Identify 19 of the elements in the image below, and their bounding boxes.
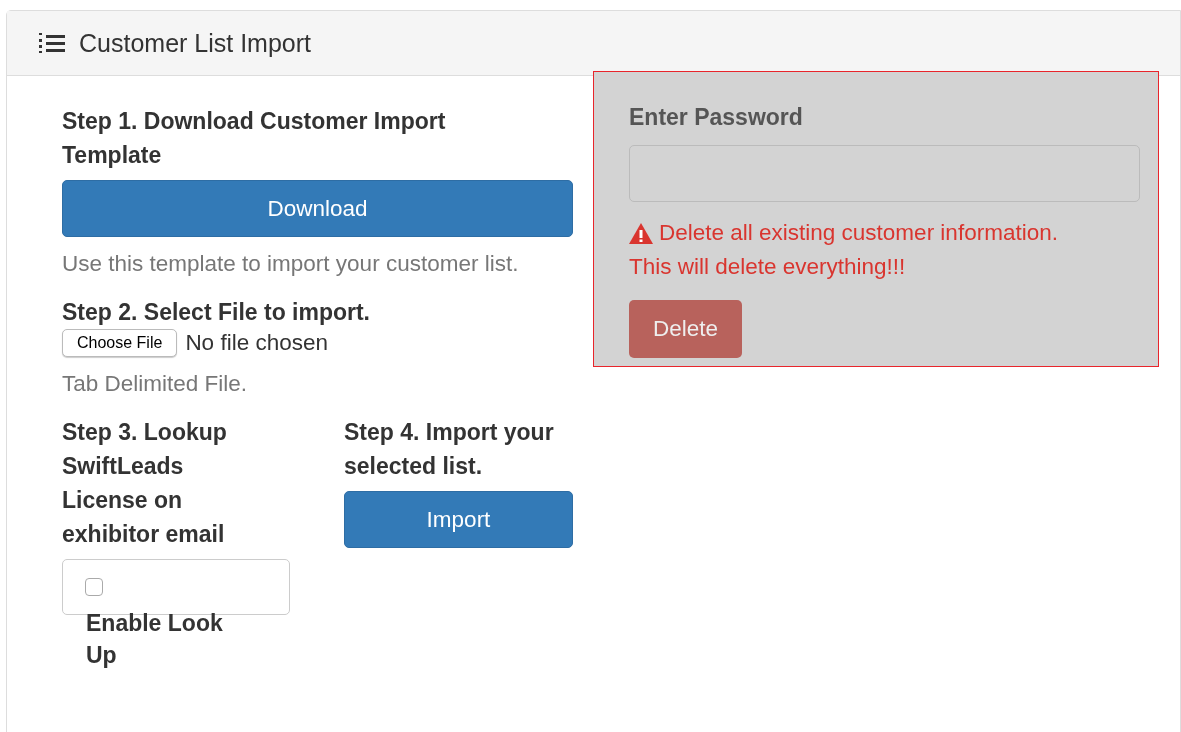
step-heading: Step 1. Download Customer Import Template — [62, 107, 447, 170]
file-status: No file chosen — [185, 330, 328, 356]
help-text: Use this template to import your customer list. — [62, 250, 520, 278]
password-label: Enter Password — [629, 104, 804, 131]
checkbox-label: Enable Look Up — [86, 609, 224, 670]
numbered-list-icon — [39, 31, 65, 55]
step-heading: Step 4. Import your selected list. — [344, 418, 555, 481]
warning-icon — [629, 222, 653, 244]
step-heading: Step 2. Select File to import. — [62, 298, 371, 327]
panel-title: Customer List Import — [79, 28, 311, 58]
download-button[interactable]: Download — [62, 180, 573, 237]
step-heading: Step 3. Lookup SwiftLeads License on exhibitor email — [62, 418, 228, 549]
warning-text: This will delete everything!!! — [629, 253, 906, 281]
choose-file-button[interactable]: Choose File — [62, 329, 178, 357]
warning-text: Delete all existing customer information. — [659, 219, 1058, 247]
checkbox[interactable] — [85, 578, 103, 596]
help-text: Tab Delimited File. — [62, 370, 249, 398]
password-field[interactable] — [629, 145, 1140, 202]
import-button[interactable]: Import — [344, 491, 573, 548]
